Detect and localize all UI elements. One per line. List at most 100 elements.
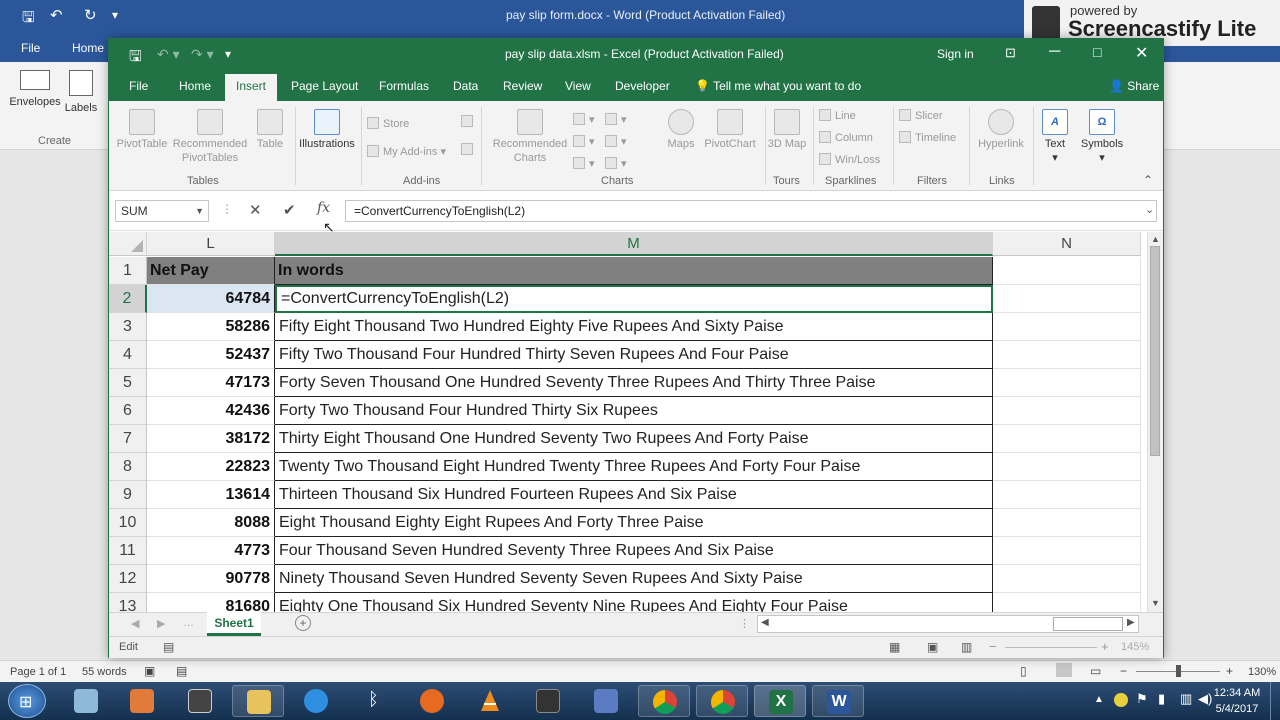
pivottable-button[interactable]: PivotTable (113, 109, 171, 151)
recommended-pivottables-button[interactable]: Recommended PivotTables (171, 109, 249, 165)
excel-redo-icon[interactable]: ↷ ▾ (191, 46, 214, 63)
row-header[interactable]: 9 (109, 481, 147, 509)
tab-formulas[interactable]: Formulas (373, 77, 435, 101)
scroll-up-icon[interactable]: ▲ (1151, 234, 1160, 244)
share-button[interactable]: 👤 Share (1103, 77, 1165, 101)
in-words-cell[interactable]: Eight Thousand Eighty Eight Rupees And F… (275, 509, 993, 537)
row-header[interactable]: 5 (109, 369, 147, 397)
sheet-next-icon[interactable]: ▶ (157, 617, 165, 630)
symbols-button[interactable]: Ω Symbols ▾ (1077, 109, 1127, 165)
word-tab-home[interactable]: Home (72, 41, 104, 55)
empty-cell[interactable] (993, 397, 1141, 425)
word-tab-file[interactable]: File (21, 41, 40, 55)
maximize-icon[interactable]: □ (1093, 44, 1101, 60)
table-button[interactable]: Table (251, 109, 289, 151)
empty-cell[interactable] (993, 425, 1141, 453)
pivotchart-button[interactable]: PivotChart (701, 109, 759, 151)
in-words-cell[interactable]: Ninety Thousand Seven Hundred Seventy Se… (275, 565, 993, 593)
taskbar-recorder[interactable] (522, 685, 574, 717)
net-pay-cell[interactable]: 90778 (147, 565, 275, 593)
name-box[interactable]: SUM ▼ (115, 200, 209, 222)
text-button[interactable]: A Text ▾ (1035, 109, 1075, 165)
empty-cell[interactable] (993, 565, 1141, 593)
tab-view[interactable]: View (559, 77, 597, 101)
column-chart-icon[interactable]: ▾ (573, 113, 595, 126)
empty-cell[interactable] (993, 537, 1141, 565)
net-pay-cell[interactable]: 8088 (147, 509, 275, 537)
normal-view-icon[interactable]: ▦ (889, 640, 900, 654)
vertical-scroll-thumb[interactable] (1150, 246, 1160, 456)
taskbar-app-nvs[interactable] (174, 685, 226, 717)
in-words-cell[interactable]: Eighty One Thousand Six Hundred Seventy … (275, 593, 993, 612)
power-icon[interactable]: ▮ (1158, 691, 1165, 707)
net-pay-cell[interactable]: 38172 (147, 425, 275, 453)
sheet-prev-icon[interactable]: ◀ (131, 617, 139, 630)
excel-save-icon[interactable]: 🖫 (129, 46, 142, 71)
network-icon[interactable]: ▥ (1180, 691, 1192, 707)
in-words-cell[interactable]: Fifty Eight Thousand Two Hundred Eighty … (275, 313, 993, 341)
select-all-corner[interactable] (109, 232, 147, 256)
3d-map-button[interactable]: 3D Map (767, 109, 807, 151)
net-pay-cell[interactable]: 22823 (147, 453, 275, 481)
formula-input[interactable]: =ConvertCurrencyToEnglish(L2) (345, 200, 1157, 222)
taskbar-chrome-1[interactable] (638, 685, 690, 717)
empty-cell[interactable] (993, 313, 1141, 341)
print-layout-icon[interactable] (1056, 663, 1072, 677)
recommended-charts-button[interactable]: Recommended Charts (485, 109, 575, 165)
empty-cell[interactable] (993, 481, 1141, 509)
in-words-cell[interactable]: Thirty Eight Thousand One Hundred Sevent… (275, 425, 993, 453)
new-sheet-icon[interactable]: + (295, 615, 311, 631)
taskbar-bluetooth[interactable]: ᛒ (348, 685, 400, 717)
word-save-icon[interactable]: 🖫 (22, 7, 35, 32)
collapse-ribbon-icon[interactable]: ⌃ (1143, 173, 1153, 187)
slicer-button[interactable]: Slicer (899, 109, 943, 122)
sign-in-link[interactable]: Sign in (937, 47, 974, 61)
in-words-cell[interactable]: Twenty Two Thousand Eight Hundred Twenty… (275, 453, 993, 481)
row-header[interactable]: 2 (109, 285, 147, 313)
tab-data[interactable]: Data (447, 77, 484, 101)
row-header[interactable]: 8 (109, 453, 147, 481)
timeline-button[interactable]: Timeline (899, 131, 956, 144)
column-header-m[interactable]: M (275, 232, 993, 256)
clock-time[interactable]: 12:34 AM (1212, 687, 1262, 699)
tab-split-grip-icon[interactable]: ⋮ (739, 617, 750, 630)
horizontal-scroll-thumb[interactable] (1053, 617, 1123, 631)
read-mode-icon[interactable]: ▯ (1020, 664, 1027, 678)
empty-cell[interactable] (993, 369, 1141, 397)
in-words-cell[interactable]: Fifty Two Thousand Four Hundred Thirty S… (275, 341, 993, 369)
volume-icon[interactable]: ◀) (1198, 691, 1212, 707)
insert-function-icon[interactable]: fx (317, 200, 330, 216)
pie-chart-icon[interactable]: ▾ (573, 157, 595, 170)
taskbar-vlc[interactable] (464, 685, 516, 717)
maps-button[interactable]: Maps (661, 109, 701, 151)
excel-undo-icon[interactable]: ↶ ▾ (157, 46, 180, 63)
taskbar-explorer-shortcut[interactable] (60, 685, 112, 717)
scroll-left-icon[interactable]: ◀ (761, 617, 769, 628)
empty-cell[interactable] (993, 509, 1141, 537)
excel-zoom-slider[interactable] (1005, 647, 1097, 648)
taskbar-firefox[interactable] (406, 685, 458, 717)
tray-app-icon[interactable] (1114, 693, 1128, 707)
in-words-cell[interactable]: Four Thousand Seven Hundred Seventy Thre… (275, 537, 993, 565)
header-cell-net-pay[interactable]: Net Pay (147, 257, 275, 285)
start-button[interactable]: ⊞ (8, 684, 46, 718)
sparkline-winloss-button[interactable]: Win/Loss (819, 153, 880, 166)
taskbar-media[interactable] (116, 685, 168, 717)
store-button[interactable]: Store (367, 117, 409, 130)
spreadsheet-grid[interactable]: L M N 1 Net Pay In words 2 64784 =ConvertCurr… (109, 232, 1149, 612)
word-zoom-in-icon[interactable]: + (1226, 664, 1233, 678)
sparkline-column-button[interactable]: Column (819, 131, 873, 144)
word-qat-customize-icon[interactable]: ▾ (112, 8, 118, 22)
sheet-more-icon[interactable]: … (183, 617, 194, 629)
page-layout-view-icon[interactable]: ▣ (927, 640, 938, 654)
word-zoom-out-icon[interactable]: − (1120, 664, 1127, 678)
proofing-icon[interactable]: ▣ (144, 664, 155, 678)
row-header[interactable]: 12 (109, 565, 147, 593)
statistic-chart-icon[interactable]: ▾ (605, 135, 627, 148)
labels-button[interactable]: Labels (62, 70, 100, 114)
web-layout-icon[interactable]: ▭ (1090, 664, 1101, 678)
row-header[interactable]: 11 (109, 537, 147, 565)
taskbar-excel[interactable]: X (754, 685, 806, 717)
taskbar-word[interactable]: W (812, 685, 864, 717)
empty-cell[interactable] (993, 341, 1141, 369)
